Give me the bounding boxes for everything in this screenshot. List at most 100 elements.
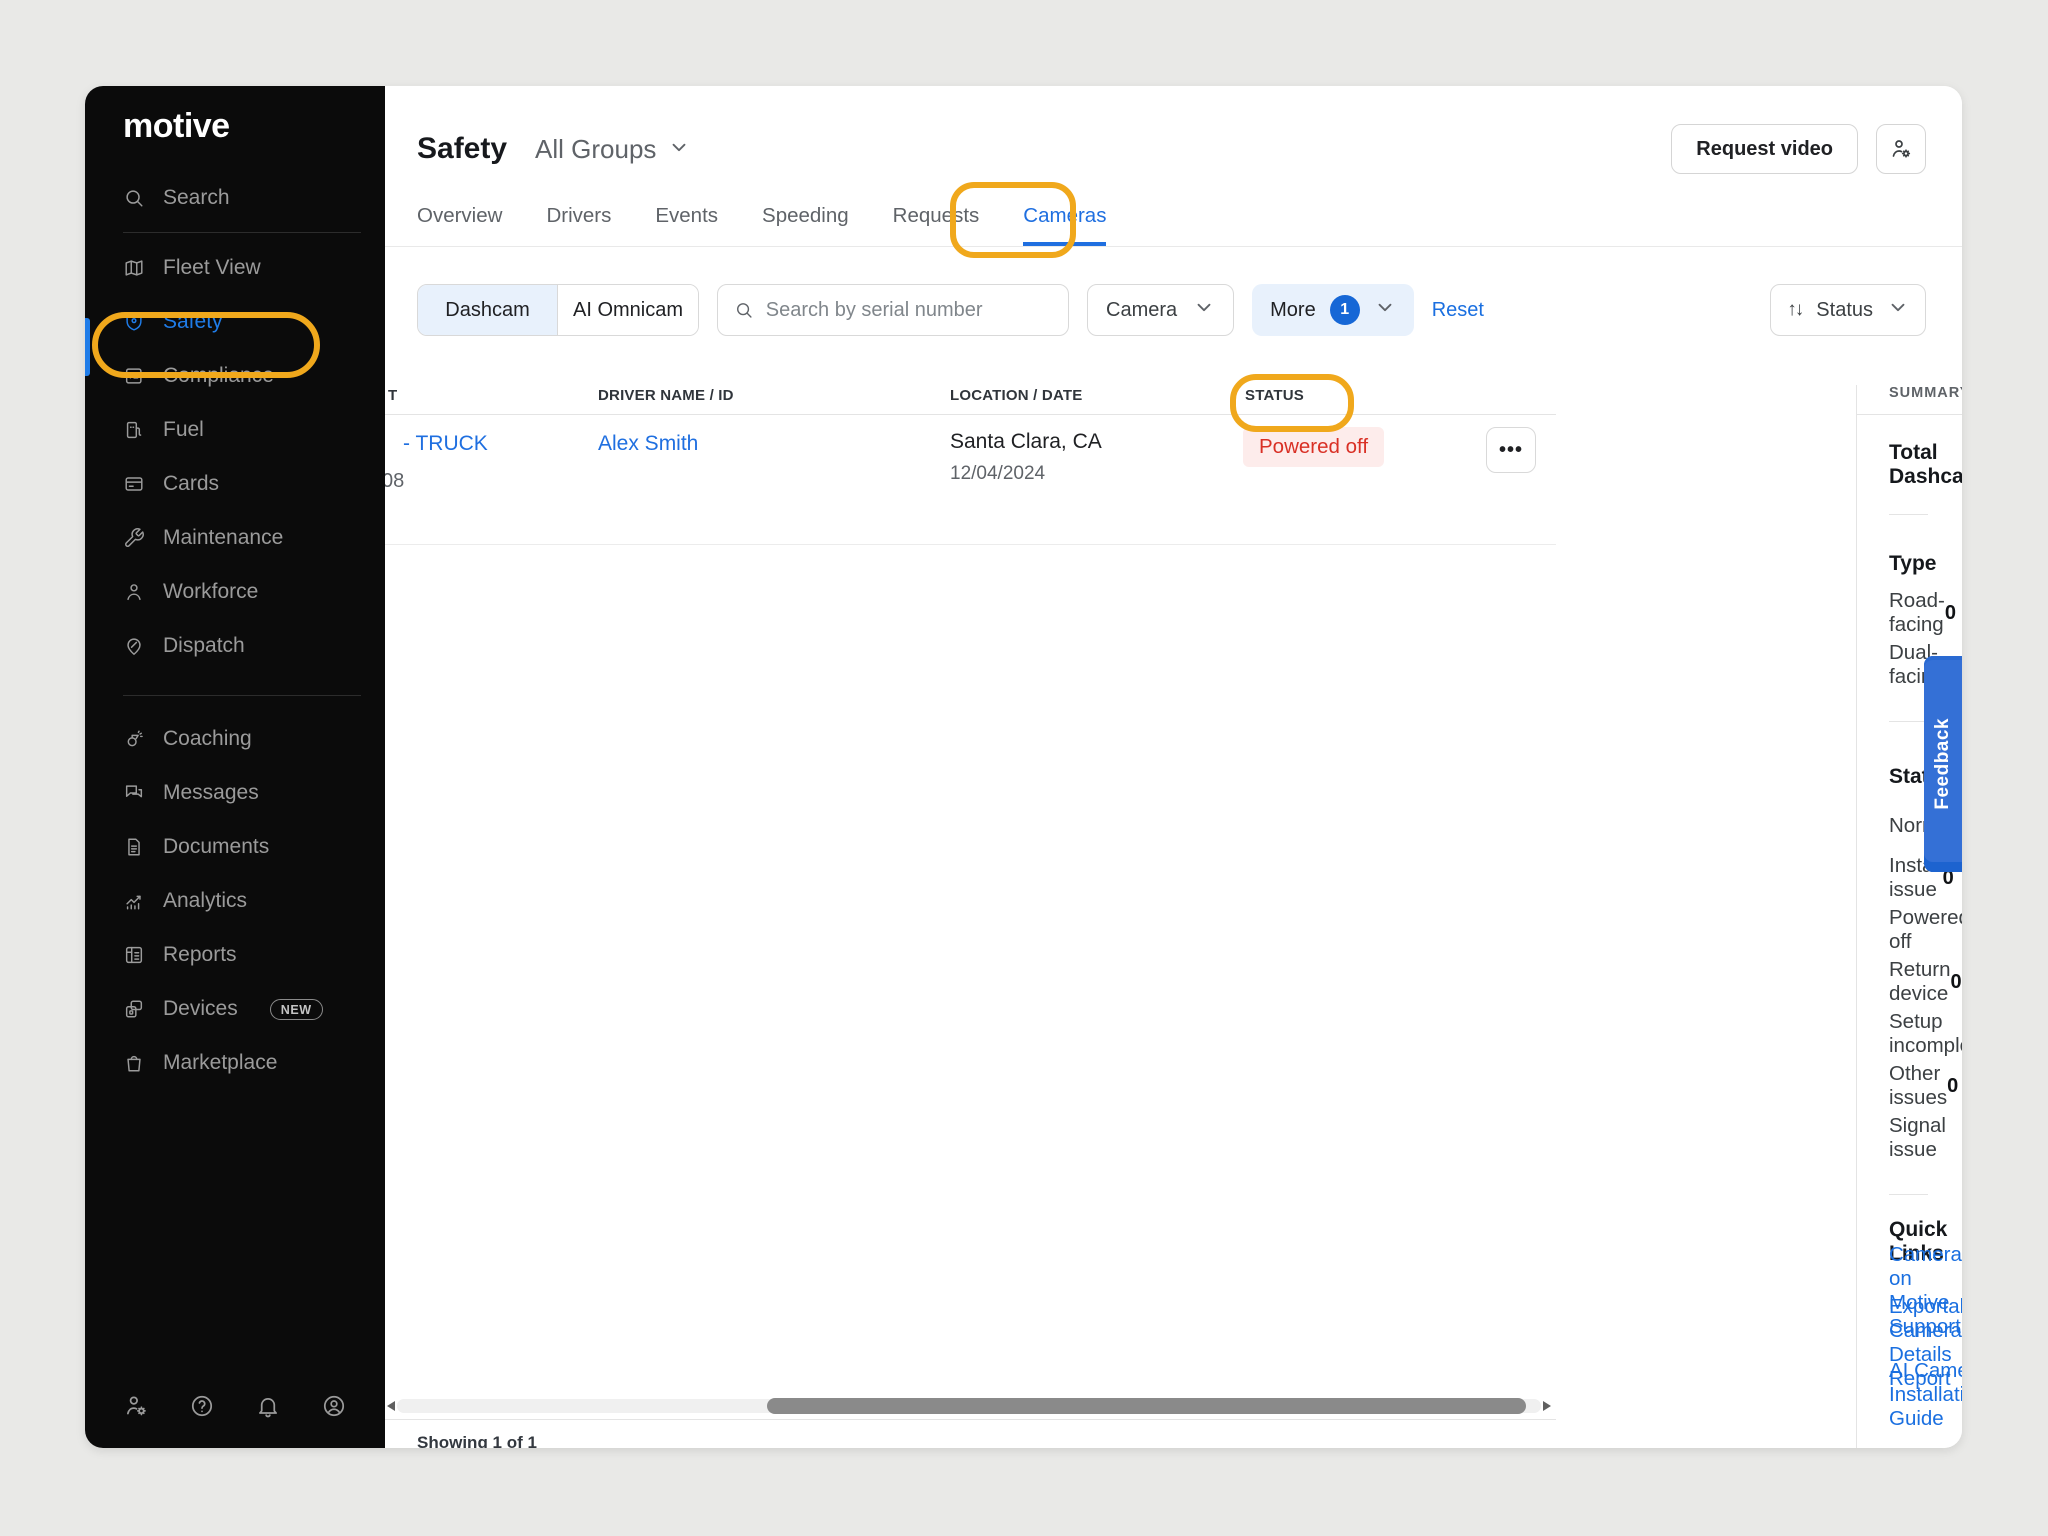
sidebar-item-marketplace[interactable]: Marketplace xyxy=(123,1036,385,1090)
row-label: Signal issue xyxy=(1889,1114,1946,1162)
sidebar-item-workforce[interactable]: Workforce xyxy=(123,565,385,619)
sidebar-item-maintenance[interactable]: Maintenance xyxy=(123,511,385,565)
location-text: Santa Clara, CA xyxy=(950,430,1102,454)
request-video-button[interactable]: Request video xyxy=(1671,124,1858,174)
sidebar-item-label: Compliance xyxy=(163,364,274,388)
row-menu-button[interactable]: ••• xyxy=(1486,427,1536,473)
summary-row-install-issue: Install issue 0 xyxy=(1889,852,1928,904)
devices-icon xyxy=(123,998,145,1020)
sidebar-item-fuel[interactable]: Fuel xyxy=(123,403,385,457)
column-status: STATUS xyxy=(1245,387,1304,404)
filter-bar: Dashcam AI Omnicam Camera More 1 Reset xyxy=(385,284,1962,336)
total-dashcams-row: Total Dashcams xyxy=(1889,415,1928,515)
driver-link[interactable]: Alex Smith xyxy=(598,432,698,456)
sidebar-item-compliance[interactable]: Compliance xyxy=(123,349,385,403)
more-filters-label: More xyxy=(1270,299,1316,322)
sidebar-item-messages[interactable]: Messages xyxy=(123,766,385,820)
row-value: 0 xyxy=(1951,971,1962,994)
column-location: LOCATION / DATE xyxy=(950,387,1082,404)
wrench-icon xyxy=(123,527,145,549)
row-value: 0 xyxy=(1945,602,1956,625)
reset-filters-link[interactable]: Reset xyxy=(1432,299,1484,322)
sidebar-item-label: Reports xyxy=(163,943,237,967)
scroll-left-arrow[interactable] xyxy=(387,1401,395,1411)
table-header: T DRIVER NAME / ID LOCATION / DATE STATU… xyxy=(385,385,1556,415)
summary-row-road-facing: Road-facing 0 xyxy=(1889,587,1928,639)
report-icon xyxy=(123,944,145,966)
sort-dropdown[interactable]: ↑↓ Status xyxy=(1770,284,1926,336)
sidebar-item-label: Dispatch xyxy=(163,634,245,658)
sidebar-item-label: Documents xyxy=(163,835,269,859)
tab-speeding[interactable]: Speeding xyxy=(762,186,849,246)
tab-events[interactable]: Events xyxy=(655,186,718,246)
serial-search xyxy=(717,284,1069,336)
type-title: Type xyxy=(1889,541,1928,587)
sidebar-nav-primary: Fleet View Safety Compliance Fuel Cards xyxy=(123,241,385,673)
notifications-bell-icon[interactable] xyxy=(255,1393,277,1415)
summary-row-powered-off: Powered off 1 xyxy=(1889,904,1928,956)
quick-link-install-guide[interactable]: AI Camera Installation Guide xyxy=(1889,1369,1928,1421)
active-nav-indicator xyxy=(85,318,90,376)
sidebar-item-label: Fleet View xyxy=(163,256,261,280)
filter-count-badge: 1 xyxy=(1330,295,1360,325)
chevron-down-icon xyxy=(668,134,690,165)
tab-overview[interactable]: Overview xyxy=(417,186,502,246)
sidebar-item-analytics[interactable]: Analytics xyxy=(123,874,385,928)
sidebar-item-safety[interactable]: Safety xyxy=(123,295,385,349)
summary-row-other-issues: Other issues 0 xyxy=(1889,1060,1928,1112)
sidebar-item-documents[interactable]: Documents xyxy=(123,820,385,874)
summary-row-setup-incomplete: Setup incomplete 0 xyxy=(1889,1008,1928,1060)
sidebar-item-label: Devices xyxy=(163,997,238,1021)
summary-row-normal: Normal 0 xyxy=(1889,800,1928,852)
new-badge: NEW xyxy=(270,999,323,1020)
table-row: - TRUCK 08 Alex Smith Santa Clara, CA 12… xyxy=(385,415,1556,545)
tab-requests[interactable]: Requests xyxy=(893,186,980,246)
tab-cameras[interactable]: Cameras xyxy=(1023,186,1106,246)
row-label: Powered off xyxy=(1889,906,1962,954)
row-label: Return device xyxy=(1889,958,1951,1006)
admin-user-gear-icon[interactable] xyxy=(123,1393,145,1415)
asset-serial-clipped: 08 xyxy=(385,470,404,493)
user-settings-button[interactable] xyxy=(1876,124,1926,174)
sidebar-item-label: Marketplace xyxy=(163,1051,277,1075)
sort-label: Status xyxy=(1816,299,1873,322)
camera-filter-dropdown[interactable]: Camera xyxy=(1087,284,1234,336)
group-filter-label: All Groups xyxy=(535,134,656,165)
serial-search-input[interactable] xyxy=(766,299,1052,322)
profile-icon[interactable] xyxy=(321,1393,343,1415)
person-icon xyxy=(123,581,145,603)
row-value: 0 xyxy=(1947,1075,1958,1098)
row-count-text: Showing 1 of 1 xyxy=(417,1433,537,1448)
shopping-bag-icon xyxy=(123,1052,145,1074)
segment-ai-omnicam[interactable]: AI Omnicam xyxy=(558,285,698,335)
more-filters-dropdown[interactable]: More 1 xyxy=(1252,284,1414,336)
help-icon[interactable] xyxy=(189,1393,211,1415)
total-dashcams-label: Total Dashcams xyxy=(1889,441,1962,489)
tab-drivers[interactable]: Drivers xyxy=(546,186,611,246)
chevron-down-icon xyxy=(1193,296,1215,324)
sidebar-item-dispatch[interactable]: Dispatch xyxy=(123,619,385,673)
group-filter-dropdown[interactable]: All Groups xyxy=(535,134,690,165)
sidebar-item-label: Fuel xyxy=(163,418,204,442)
camera-type-segmented-control: Dashcam AI Omnicam xyxy=(417,284,699,336)
sidebar-item-fleet-view[interactable]: Fleet View xyxy=(123,241,385,295)
segment-dashcam[interactable]: Dashcam xyxy=(418,285,558,335)
scroll-right-arrow[interactable] xyxy=(1543,1401,1551,1411)
user-gear-icon xyxy=(1889,137,1913,161)
sidebar-item-cards[interactable]: Cards xyxy=(123,457,385,511)
sidebar-nav-secondary: Coaching Messages Documents Analytics Re… xyxy=(123,712,385,1090)
scrollbar-thumb[interactable] xyxy=(767,1398,1526,1414)
sidebar-search[interactable]: Search xyxy=(123,176,385,220)
row-label: Other issues xyxy=(1889,1062,1947,1110)
asset-link[interactable]: - TRUCK xyxy=(403,432,488,456)
page-title: Safety xyxy=(417,132,507,166)
sidebar-item-devices[interactable]: Devices NEW xyxy=(123,982,385,1036)
sidebar-item-label: Maintenance xyxy=(163,526,283,550)
app-window: motive Search Fleet View Safety xyxy=(85,86,1962,1448)
quick-link-label: AI Camera Installation Guide xyxy=(1889,1359,1962,1431)
feedback-tab[interactable]: Feedback xyxy=(1924,656,1962,872)
sidebar-search-label: Search xyxy=(163,186,230,210)
sidebar-item-reports[interactable]: Reports xyxy=(123,928,385,982)
motive-logo: motive xyxy=(123,102,385,150)
sidebar-item-coaching[interactable]: Coaching xyxy=(123,712,385,766)
